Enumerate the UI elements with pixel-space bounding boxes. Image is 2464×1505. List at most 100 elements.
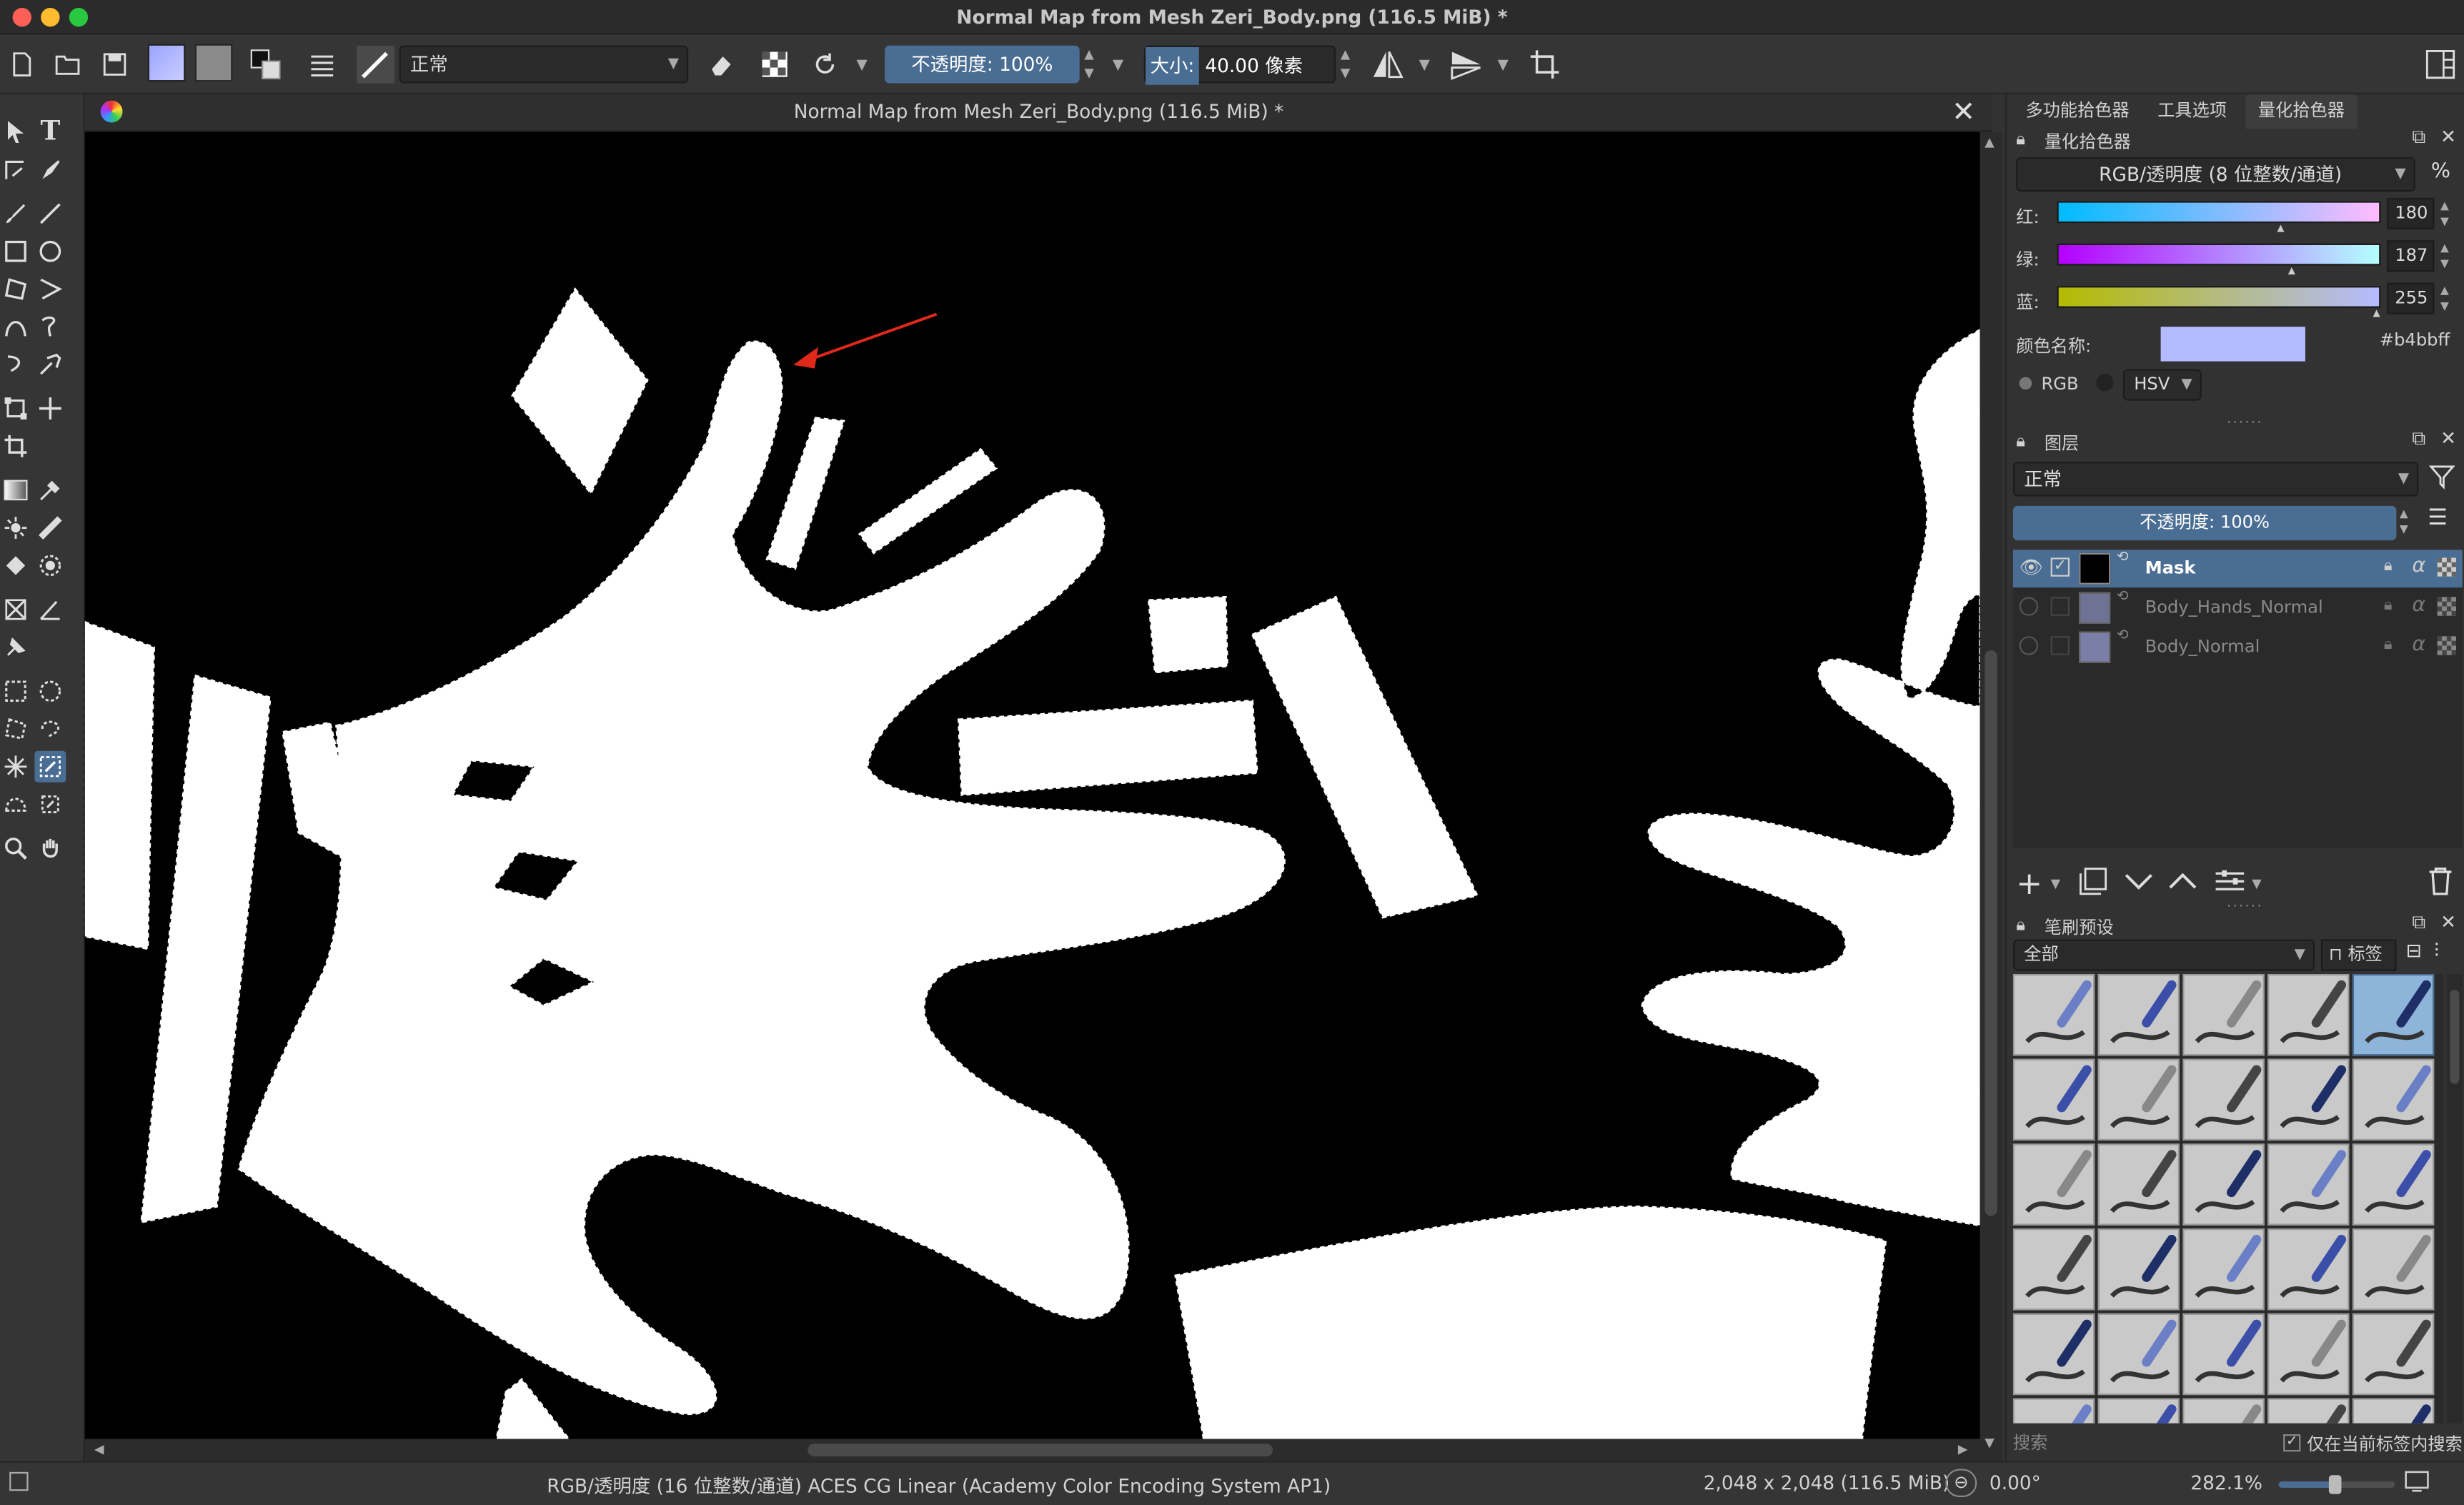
contiguous-selection-tool-icon[interactable] [0, 751, 31, 783]
gradient-presets-icon[interactable] [305, 47, 339, 81]
smart-patch-tool-icon[interactable] [34, 512, 66, 544]
hidden-eye-icon[interactable] [2019, 597, 2039, 616]
color-hex-value[interactable]: #b4bbff [2315, 330, 2456, 359]
layer-properties-dropdown[interactable]: ▼ [2252, 877, 2262, 891]
hsv-radio[interactable] [2096, 374, 2114, 392]
brush-preset-tile[interactable] [2352, 973, 2435, 1056]
crop-tool-icon[interactable] [0, 430, 31, 462]
text-tool-icon[interactable]: T [34, 116, 66, 148]
rectangular-selection-tool-icon[interactable] [0, 675, 31, 707]
background-pattern-swatch[interactable] [194, 44, 233, 82]
brush-preset-tile[interactable] [2182, 1058, 2265, 1141]
blend-mode-dropdown[interactable]: 正常 ▼ [399, 45, 689, 84]
multibrush-tool-icon[interactable] [34, 349, 66, 380]
ellipse-tool-icon[interactable] [34, 236, 66, 267]
polyline-tool-icon[interactable] [34, 274, 66, 305]
workspace-icon[interactable] [2423, 47, 2458, 81]
line-tool-icon[interactable] [34, 198, 66, 229]
dynamic-brush-tool-icon[interactable] [0, 349, 31, 380]
lock-icon[interactable]: 🔒︎ [2384, 597, 2393, 614]
green-channel-value[interactable]: 187 [2387, 240, 2435, 272]
tag-button[interactable]: ⊓ 标签 [2320, 939, 2397, 971]
duplicate-layer-icon[interactable] [2079, 867, 2107, 901]
green-channel-slider[interactable] [2057, 243, 2381, 266]
fullscreen-icon[interactable] [2404, 1471, 2429, 1497]
alpha-lock-icon[interactable] [757, 47, 792, 81]
view-mode-icon[interactable]: ⊟ [2406, 940, 2422, 962]
alpha-icon[interactable]: α [2412, 555, 2425, 578]
blue-spinner[interactable]: ▲ ▼ [2440, 283, 2449, 314]
horizontal-scrollbar[interactable]: ◀ ▶ [84, 1439, 1980, 1461]
brush-grid-scrollbar[interactable] [2446, 973, 2463, 1424]
brush-preset-tile[interactable] [2182, 1228, 2265, 1311]
close-panel-icon[interactable]: ✕ [2440, 911, 2456, 933]
color-model-dropdown[interactable]: RGB/透明度 (8 位整数/通道) ▼ [2016, 157, 2415, 192]
brush-preset-tile[interactable] [2097, 1313, 2180, 1396]
panel-lock-icon[interactable]: 🔒︎ [2016, 430, 2025, 452]
brush-preset-tile[interactable] [2267, 973, 2350, 1056]
zoom-slider[interactable] [2278, 1475, 2395, 1494]
vertical-scrollbar[interactable]: ▲ ▼ [1979, 131, 2002, 1461]
rgb-radio[interactable] [2019, 377, 2032, 390]
brush-preset-tile[interactable] [2012, 973, 2095, 1056]
inherit-alpha-icon[interactable] [2437, 636, 2457, 655]
fill-tool-icon[interactable] [0, 550, 31, 581]
calligraphy-tool-icon[interactable] [34, 154, 66, 185]
panel-splitter[interactable]: ...... [2227, 895, 2263, 911]
mirror-vertical-icon[interactable] [1449, 47, 1483, 81]
blue-channel-value[interactable]: 255 [2387, 282, 2435, 314]
inherit-alpha-icon[interactable] [2437, 557, 2457, 577]
brush-preset-tile[interactable] [2267, 1228, 2350, 1311]
brush-preset-tile[interactable] [2267, 1313, 2350, 1396]
zoom-slider-handle[interactable] [2328, 1475, 2342, 1494]
document-tab[interactable]: Normal Map from Mesh Zeri_Body.png (116.… [84, 94, 1993, 132]
mirror-vertical-dropdown[interactable]: ▼ [1498, 58, 1509, 74]
zoom-tool-icon[interactable] [0, 833, 31, 864]
opacity-dropdown-icon[interactable]: ▼ [1113, 58, 1123, 74]
brush-preset-tile[interactable] [2012, 1398, 2095, 1424]
layer-checkbox[interactable] [2050, 597, 2070, 616]
reload-dropdown-icon[interactable]: ▼ [856, 58, 867, 74]
close-document-icon[interactable]: ✕ [1952, 96, 1975, 129]
brush-preset-tile[interactable] [2267, 1143, 2350, 1226]
green-spinner[interactable]: ▲ ▼ [2440, 240, 2449, 272]
open-folder-icon[interactable] [50, 47, 84, 81]
scroll-up-icon[interactable]: ▲ [1984, 135, 1994, 149]
brush-preset-tile[interactable] [2012, 1228, 2095, 1311]
canvas[interactable] [84, 131, 1980, 1439]
brush-preset-tile[interactable] [2182, 1143, 2265, 1226]
elliptical-selection-tool-icon[interactable] [34, 675, 66, 707]
alpha-icon[interactable]: α [2412, 633, 2425, 657]
brush-preset-tile[interactable] [2267, 1058, 2350, 1141]
layer-row-body-normal[interactable]: ⟲ Body_Normal 🔒︎ α [2013, 628, 2463, 666]
layer-opacity-spinner[interactable]: ▲ ▼ [2400, 506, 2408, 537]
brush-preset-tile[interactable] [2267, 1398, 2350, 1424]
reload-preset-icon[interactable] [808, 47, 842, 81]
mirror-horizontal-icon[interactable] [1371, 47, 1405, 81]
inherit-alpha-icon[interactable] [2437, 597, 2457, 616]
color-picker-tool-icon[interactable] [34, 475, 66, 506]
assistant-tool-icon[interactable] [0, 594, 31, 625]
hsv-dropdown[interactable]: HSV ▼ [2122, 369, 2202, 401]
brush-preset-tile[interactable] [2097, 1058, 2180, 1141]
wrap-around-icon[interactable] [1527, 47, 1561, 81]
brush-preset-tile[interactable] [2352, 1398, 2435, 1424]
colorize-mask-tool-icon[interactable] [0, 512, 31, 544]
enclose-fill-tool-icon[interactable] [34, 550, 66, 581]
brush-tag-filter-dropdown[interactable]: 全部 ▼ [2012, 939, 2315, 971]
bezier-selection-tool-icon[interactable] [0, 789, 31, 820]
opacity-spinner[interactable]: ▲ ▼ [1084, 46, 1100, 84]
size-slider[interactable]: 大小: 40.00 像素 [1143, 45, 1336, 85]
edit-shapes-tool-icon[interactable] [0, 154, 31, 185]
pan-tool-icon[interactable] [34, 833, 66, 864]
float-panel-icon[interactable]: ⧉ [2412, 427, 2425, 451]
layer-blend-mode-dropdown[interactable]: 正常 ▼ [2012, 462, 2419, 497]
rotation-reset-icon[interactable]: ⊖ [1945, 1469, 1977, 1498]
opacity-slider[interactable]: 不透明度: 100% [885, 45, 1080, 84]
brush-preset-tile[interactable] [2352, 1058, 2435, 1141]
brush-preset-tile[interactable] [2182, 973, 2265, 1056]
brush-preset-tile[interactable] [2182, 1313, 2265, 1396]
brush-preset-tile[interactable] [2097, 1228, 2180, 1311]
lock-icon[interactable]: 🔒︎ [2384, 557, 2393, 575]
move-tool-icon[interactable] [34, 393, 66, 424]
